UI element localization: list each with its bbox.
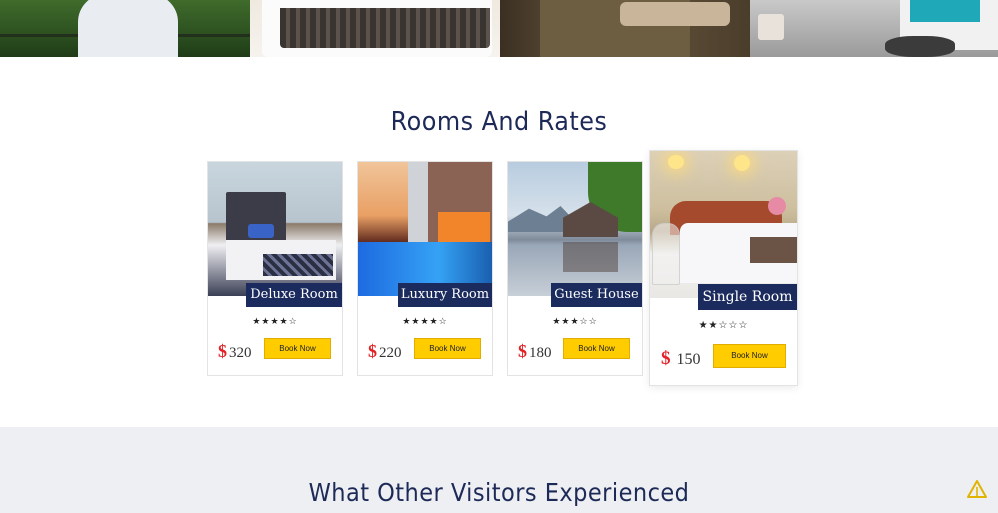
banner-image-balcony bbox=[0, 0, 250, 57]
book-now-button[interactable]: Book Now bbox=[264, 338, 331, 359]
room-photo[interactable] bbox=[508, 162, 642, 296]
top-image-banner bbox=[0, 0, 998, 57]
room-name-label: Single Room bbox=[698, 284, 797, 310]
star-rating: ★★☆☆☆ bbox=[698, 320, 749, 331]
room-card-single[interactable]: Single Room ★★☆☆☆ $150 Book Now bbox=[649, 150, 798, 386]
room-price: $220 bbox=[368, 341, 402, 362]
book-now-button[interactable]: Book Now bbox=[713, 344, 786, 368]
room-name-label: Luxury Room bbox=[398, 283, 492, 307]
triangle-up-icon bbox=[967, 480, 987, 498]
price-value: 320 bbox=[229, 345, 252, 361]
room-card-luxury[interactable]: Luxury Room ★★★★☆ $220 Book Now bbox=[357, 161, 493, 376]
room-price: $180 bbox=[518, 341, 552, 362]
room-price: $320 bbox=[218, 341, 252, 362]
book-now-button[interactable]: Book Now bbox=[563, 338, 630, 359]
currency-symbol: $ bbox=[518, 341, 527, 361]
room-name-label: Deluxe Room bbox=[246, 283, 342, 307]
currency-symbol: $ bbox=[368, 341, 377, 361]
room-card-deluxe[interactable]: Deluxe Room ★★★★☆ $320 Book Now bbox=[207, 161, 343, 376]
banner-image-bed bbox=[250, 0, 500, 57]
price-value: 150 bbox=[676, 351, 701, 368]
currency-symbol: $ bbox=[661, 348, 671, 369]
star-rating: ★★★☆☆ bbox=[552, 316, 598, 326]
book-now-button[interactable]: Book Now bbox=[414, 338, 481, 359]
room-name-label: Guest House bbox=[551, 283, 642, 307]
currency-symbol: $ bbox=[218, 341, 227, 361]
banner-image-bedding bbox=[500, 0, 750, 57]
price-value: 220 bbox=[379, 345, 402, 361]
banner-image-living-room bbox=[750, 0, 998, 57]
scroll-to-top-button[interactable] bbox=[966, 479, 988, 499]
price-value: 180 bbox=[529, 345, 552, 361]
room-photo[interactable] bbox=[650, 151, 797, 298]
rooms-section-title: Rooms And Rates bbox=[390, 107, 608, 137]
room-photo[interactable] bbox=[358, 162, 492, 296]
star-rating: ★★★★☆ bbox=[252, 316, 298, 326]
room-photo[interactable] bbox=[208, 162, 342, 296]
room-price: $150 bbox=[661, 348, 701, 370]
testimonials-section-title: What Other Visitors Experienced bbox=[308, 478, 690, 507]
room-card-guest-house[interactable]: Guest House ★★★☆☆ $180 Book Now bbox=[507, 161, 643, 376]
star-rating: ★★★★☆ bbox=[402, 316, 448, 326]
